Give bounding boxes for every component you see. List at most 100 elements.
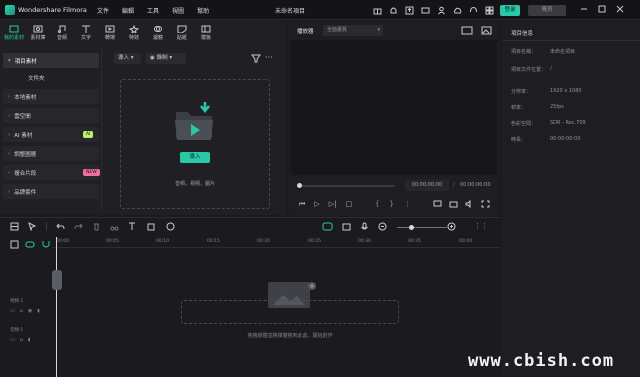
import-drop-zone[interactable] (120, 79, 270, 209)
notification-icon[interactable] (388, 5, 399, 15)
gift-icon[interactable] (372, 5, 383, 15)
folder-import-icon (172, 100, 218, 144)
timeline-toolbar (10, 222, 176, 231)
menu-edit[interactable]: 編輯 (122, 6, 134, 15)
link-icon[interactable] (25, 240, 35, 249)
next-frame-icon[interactable]: ▷| (329, 200, 337, 209)
timeline-ruler[interactable]: 00:00 00:05 00:10 00:15 00:20 00:25 00:3… (52, 237, 500, 248)
prev-frame-icon[interactable]: ⏮ (299, 200, 305, 209)
library-item-local[interactable]: › 本地素材 (3, 89, 99, 104)
menu-tools[interactable]: 工具 (147, 6, 159, 15)
crop-icon[interactable] (147, 222, 157, 231)
mute-icon[interactable]: ◖ (37, 308, 40, 314)
new-badge: NEW (83, 169, 100, 176)
split-icon[interactable] (110, 222, 119, 231)
library-item-compound[interactable]: › 複合片段 NEW (3, 165, 100, 180)
tab-audio[interactable]: 音頻 (51, 23, 73, 45)
timeline-drop-zone[interactable] (181, 300, 399, 324)
tab-filters[interactable]: 濾鏡 (147, 23, 169, 45)
playback-controls: ⏮ ▷ ▷| □ (299, 200, 352, 209)
eye-icon[interactable]: ◉ (28, 308, 32, 314)
snapshot-tool-icon[interactable] (342, 222, 351, 231)
volume-icon[interactable] (465, 200, 474, 208)
playhead[interactable] (56, 237, 57, 377)
monitor-icon[interactable] (433, 200, 442, 208)
preview-scrubber[interactable] (299, 185, 395, 187)
import-button[interactable]: 導入 (180, 152, 210, 163)
preview-tools (433, 200, 490, 208)
lock-icon[interactable]: ⌂ (20, 308, 23, 314)
lock-icon[interactable]: ⌂ (20, 337, 23, 343)
library-item-cloud[interactable]: › 雲空間 (3, 108, 99, 123)
ai-tool-icon[interactable] (166, 222, 176, 231)
redo-icon[interactable] (74, 222, 83, 231)
record-dropdown[interactable]: ◉ 錄制 ▾ (146, 53, 186, 64)
menu-view[interactable]: 視圖 (172, 6, 184, 15)
menu-help[interactable]: 幫助 (197, 6, 209, 15)
camera-icon[interactable] (449, 200, 458, 208)
tab-titles[interactable]: 文字 (75, 23, 97, 45)
track-tools (10, 240, 51, 249)
current-time[interactable]: 00:00:00:00 (405, 180, 449, 191)
tab-stickers[interactable]: 貼紙 (171, 23, 193, 45)
timeline-divider (0, 217, 500, 218)
display-settings-icon[interactable]: ⋮ (404, 200, 411, 208)
menu-bar: 文件 編輯 工具 視圖 幫助 (97, 6, 209, 15)
render-icon[interactable] (322, 222, 333, 231)
undo-icon[interactable] (56, 222, 65, 231)
user-icon[interactable] (436, 5, 447, 15)
snapshot-icon[interactable] (461, 26, 473, 37)
layout-icon[interactable] (10, 222, 19, 231)
fullscreen-icon[interactable] (481, 200, 490, 208)
properties-rows: 項目名稱： 未命名項目 項目文件位置： / 分辨率： 1920 x 1080 幀… (511, 49, 586, 143)
track-folder-icon[interactable]: ▭ (10, 337, 15, 343)
library-item-ai[interactable]: › AI 素材 AI (3, 127, 99, 142)
magnet-icon[interactable] (41, 240, 51, 249)
zoom-slider[interactable] (397, 227, 447, 228)
library-item-project-media[interactable]: ▾ 項目素材 (3, 53, 99, 68)
headset-icon[interactable] (468, 5, 479, 15)
panel-divider (101, 51, 102, 211)
library-item-adjustment[interactable]: › 調整圖層 (3, 146, 99, 161)
quality-dropdown[interactable]: 全面畫質 ▾ (323, 25, 383, 36)
scrubber-handle[interactable] (297, 183, 302, 188)
select-tool-icon[interactable] (28, 222, 37, 231)
timeline-more-icon[interactable]: ⋮⋮ (474, 222, 488, 230)
tab-transitions[interactable]: 轉場 (99, 23, 121, 45)
library-item-brand-kit[interactable]: › 品牌套件 (3, 184, 99, 199)
track-drag-handle[interactable] (52, 270, 62, 290)
video-track-controls: ▭ ⌂ ◉ ◖ (10, 308, 40, 314)
tab-stock-media[interactable]: 素材庫 (27, 23, 49, 45)
timeline-hint: 拖拽媒體並將媒體拖到此處，開始創作 (247, 333, 333, 339)
chevron-right-icon: › (8, 150, 11, 157)
image-icon[interactable] (420, 5, 431, 15)
import-dropdown[interactable]: 導入 ▾ (114, 53, 141, 64)
mark-in-icon[interactable]: { (375, 200, 379, 208)
zoom-out-icon[interactable] (378, 222, 387, 231)
tab-templates[interactable]: 模板 (195, 23, 217, 45)
microphone-icon[interactable] (360, 222, 369, 231)
add-track-icon[interactable] (10, 240, 19, 249)
upload-icon[interactable] (404, 5, 415, 15)
cloud-icon[interactable] (452, 5, 463, 15)
zoom-in-icon[interactable] (447, 222, 456, 233)
mark-out-icon[interactable]: } (389, 200, 393, 208)
speaker-icon[interactable]: ◖ (28, 337, 31, 343)
play-icon[interactable]: ▷ (314, 200, 319, 209)
text-tool-icon[interactable] (128, 222, 138, 231)
image-preview-icon[interactable] (481, 26, 492, 37)
player-tab[interactable]: 播放器 (297, 27, 314, 35)
library-item-folder[interactable]: 文件夾 (3, 70, 99, 85)
zoom-slider-handle[interactable] (409, 225, 414, 230)
menu-file[interactable]: 文件 (97, 6, 109, 15)
timeline-right-tools (322, 222, 387, 231)
tab-effects[interactable]: 特效 (123, 23, 145, 45)
stop-icon[interactable]: □ (345, 200, 352, 209)
delete-icon[interactable] (92, 222, 101, 231)
more-icon[interactable]: ··· (265, 53, 273, 62)
track-folder-icon[interactable]: ▭ (10, 308, 15, 314)
grid-icon[interactable] (484, 5, 495, 15)
filter-sort-icon[interactable] (251, 54, 261, 65)
app-title: Wondershare Filmora (18, 6, 87, 14)
tab-my-media[interactable]: 我的素材 (3, 23, 25, 45)
